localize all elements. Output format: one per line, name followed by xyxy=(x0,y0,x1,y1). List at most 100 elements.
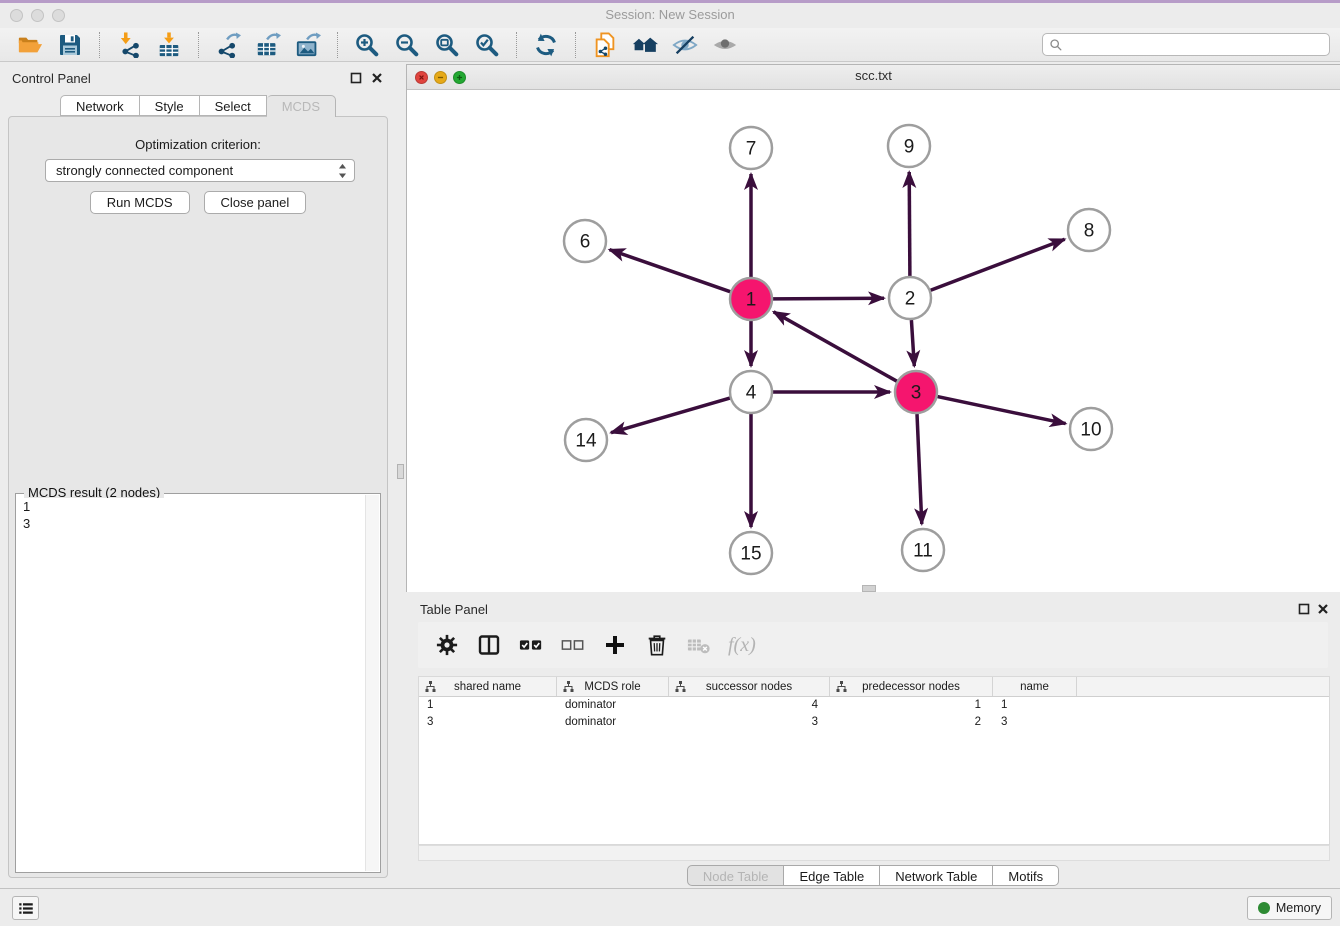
tab-network[interactable]: Network xyxy=(60,95,140,116)
import-table-icon[interactable] xyxy=(152,31,186,59)
graph-node-4[interactable]: 4 xyxy=(730,371,772,413)
column-header-successor-nodes[interactable]: successor nodes xyxy=(669,677,830,696)
open-session-folder-icon[interactable] xyxy=(13,31,47,59)
tab-mcds[interactable]: MCDS xyxy=(267,95,336,117)
graph-node-1[interactable]: 1 xyxy=(730,278,772,320)
create-column-icon[interactable] xyxy=(602,632,628,658)
graph-node-2[interactable]: 2 xyxy=(889,277,931,319)
graph-node-10[interactable]: 10 xyxy=(1070,408,1112,450)
network-minimize-button[interactable] xyxy=(434,71,447,84)
column-header-shared-name[interactable]: shared name xyxy=(419,677,557,696)
table-cell[interactable]: dominator xyxy=(557,699,669,711)
divider-grip[interactable] xyxy=(397,464,404,479)
svg-text:2: 2 xyxy=(905,289,916,310)
graph-edge-4-14[interactable] xyxy=(611,398,730,433)
graph-edge-3-1[interactable] xyxy=(774,312,897,381)
column-header-name[interactable]: name xyxy=(993,677,1077,696)
mcds-result-list[interactable]: 13 xyxy=(17,498,366,871)
zoom-fit-icon[interactable] xyxy=(430,31,464,59)
tab-style[interactable]: Style xyxy=(140,95,200,116)
graph-edge-1-2[interactable] xyxy=(773,298,884,299)
graph-node-6[interactable]: 6 xyxy=(564,220,606,262)
delete-columns-icon[interactable] xyxy=(644,632,670,658)
table-close-panel-icon[interactable] xyxy=(1317,603,1329,615)
graph-node-7[interactable]: 7 xyxy=(730,127,772,169)
graph-edge-2-9[interactable] xyxy=(909,172,910,276)
close-panel-button[interactable]: Close panel xyxy=(204,191,307,214)
table-row[interactable]: 3dominator323 xyxy=(419,714,1329,731)
float-panel-icon[interactable] xyxy=(350,72,362,84)
first-neighbors-icon[interactable] xyxy=(628,31,662,59)
table-cell[interactable]: 2 xyxy=(830,716,993,728)
table-mode-gear-icon[interactable] xyxy=(434,632,460,658)
tab-network-table[interactable]: Network Table xyxy=(880,865,993,886)
memory-button[interactable]: Memory xyxy=(1247,896,1332,920)
status-bar: Memory xyxy=(0,888,1340,926)
window-title: Session: New Session xyxy=(0,7,1340,22)
control-panel-title: Control Panel xyxy=(12,71,91,86)
graph-edge-2-3[interactable] xyxy=(911,320,914,366)
network-maximize-button[interactable] xyxy=(453,71,466,84)
graph-node-9[interactable]: 9 xyxy=(888,125,930,167)
column-header-MCDS-role[interactable]: MCDS role xyxy=(557,677,669,696)
graph-node-8[interactable]: 8 xyxy=(1068,209,1110,251)
table-cell[interactable]: 3 xyxy=(993,716,1077,728)
table-cell[interactable]: 3 xyxy=(419,716,557,728)
graph-node-3[interactable]: 3 xyxy=(895,371,937,413)
tab-motifs[interactable]: Motifs xyxy=(993,865,1059,886)
right-area: scc.txt 1234678910111415 Table Panel f(x… xyxy=(406,62,1340,888)
svg-text:10: 10 xyxy=(1080,420,1101,441)
mcds-panel: Optimization criterion: strongly connect… xyxy=(8,116,388,878)
result-scrollbar[interactable] xyxy=(365,495,379,871)
close-panel-icon[interactable] xyxy=(371,72,383,84)
table-cell[interactable]: 1 xyxy=(830,699,993,711)
tab-node-table[interactable]: Node Table xyxy=(687,865,785,886)
run-mcds-button[interactable]: Run MCDS xyxy=(90,191,190,214)
select-all-icon[interactable] xyxy=(518,632,544,658)
search-input[interactable] xyxy=(1067,37,1323,53)
control-panel-tabs: NetworkStyleSelectMCDS xyxy=(0,95,396,117)
graph-edge-3-11[interactable] xyxy=(917,414,922,524)
network-canvas[interactable]: 1 2 3 4 6 7 8 9 10 11 14 15 xyxy=(407,90,1340,592)
network-window-titlebar[interactable]: scc.txt xyxy=(407,65,1340,90)
hide-selected-icon[interactable] xyxy=(668,31,702,59)
panel-split-divider[interactable] xyxy=(396,62,406,888)
table-float-panel-icon[interactable] xyxy=(1298,603,1310,615)
graph-node-15[interactable]: 15 xyxy=(730,532,772,574)
import-network-icon[interactable] xyxy=(112,31,146,59)
table-horizontal-scrollbar[interactable] xyxy=(418,845,1330,861)
svg-text:7: 7 xyxy=(746,139,757,160)
table-cell[interactable]: 4 xyxy=(669,699,830,711)
layout-refresh-icon[interactable] xyxy=(529,31,563,59)
export-table-icon[interactable] xyxy=(251,31,285,59)
graph-edge-3-10[interactable] xyxy=(938,397,1066,424)
criterion-dropdown[interactable]: strongly connected component xyxy=(45,159,355,182)
tab-select[interactable]: Select xyxy=(200,95,267,116)
show-all-icon[interactable] xyxy=(708,31,742,59)
table-cell[interactable]: 1 xyxy=(419,699,557,711)
graph-edge-2-8[interactable] xyxy=(931,239,1065,290)
zoom-out-icon[interactable] xyxy=(390,31,424,59)
search-box[interactable] xyxy=(1042,33,1330,56)
table-row[interactable]: 1dominator411 xyxy=(419,697,1329,714)
graph-edge-1-6[interactable] xyxy=(610,250,731,292)
tab-edge-table[interactable]: Edge Table xyxy=(784,865,880,886)
show-columns-icon[interactable] xyxy=(476,632,502,658)
export-network-icon[interactable] xyxy=(211,31,245,59)
task-history-button[interactable] xyxy=(12,896,39,920)
save-session-icon[interactable] xyxy=(53,31,87,59)
column-header-predecessor-nodes[interactable]: predecessor nodes xyxy=(830,677,993,696)
table-cell[interactable]: 3 xyxy=(669,716,830,728)
graph-node-11[interactable]: 11 xyxy=(902,529,944,571)
network-table-split-grip[interactable] xyxy=(862,585,876,592)
table-cell[interactable]: 1 xyxy=(993,699,1077,711)
zoom-selected-icon[interactable] xyxy=(470,31,504,59)
main-toolbar xyxy=(0,28,1340,62)
export-image-icon[interactable] xyxy=(291,31,325,59)
deselect-all-icon[interactable] xyxy=(560,632,586,658)
zoom-in-icon[interactable] xyxy=(350,31,384,59)
graph-node-14[interactable]: 14 xyxy=(565,419,607,461)
network-close-button[interactable] xyxy=(415,71,428,84)
table-cell[interactable]: dominator xyxy=(557,716,669,728)
new-network-from-selection-icon[interactable] xyxy=(588,31,622,59)
